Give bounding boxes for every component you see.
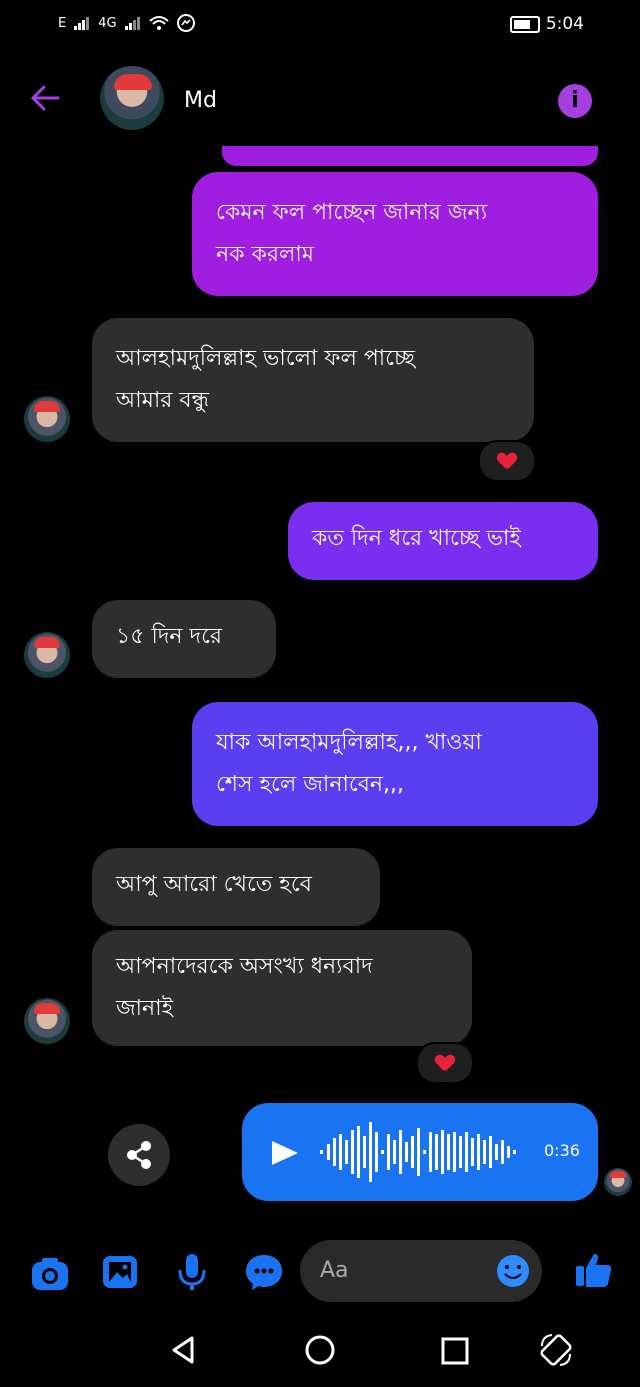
reaction-badge[interactable]: [478, 440, 536, 482]
message-text-line: যাক আলহামদুলিল্লাহ,,, খাওয়া: [216, 730, 482, 755]
message-text-line: আপু আরো খেতে হবে: [116, 872, 312, 897]
voice-duration: 0:36: [544, 1141, 580, 1160]
chat-more-icon[interactable]: [244, 1252, 284, 1292]
nav-back-icon[interactable]: [168, 1334, 198, 1366]
reaction-badge[interactable]: [416, 1042, 474, 1084]
message-bubble-incoming[interactable]: আপু আরো খেতে হবে: [92, 848, 380, 926]
heart-icon: [436, 1055, 454, 1071]
share-button[interactable]: [108, 1124, 170, 1186]
network-type-e: E: [58, 15, 67, 31]
message-text-line: শেস হলে জানাবেন,,,: [216, 772, 405, 797]
waveform-icon: [320, 1122, 516, 1182]
message-text-line: নক করলাম: [216, 242, 314, 267]
signal-icon-2: [124, 17, 140, 30]
contact-avatar[interactable]: [100, 66, 164, 130]
message-bubble-outgoing[interactable]: কত দিন ধরে খাচ্ছে ভাই: [288, 502, 598, 580]
info-icon[interactable]: i: [558, 84, 592, 118]
message-input-placeholder: Aa: [320, 1258, 349, 1283]
contact-name[interactable]: Md: [184, 88, 217, 113]
sender-avatar[interactable]: [24, 998, 70, 1044]
message-bubble-outgoing[interactable]: কেমন ফল পাচ্ছেন জানার জন্য নক করলাম: [192, 172, 598, 296]
nav-recents-icon[interactable]: [440, 1336, 470, 1366]
message-text-line: জানাই: [116, 996, 174, 1021]
emoji-icon[interactable]: [496, 1254, 530, 1288]
message-text-line: আমার বন্ধু: [116, 388, 210, 413]
sender-avatar[interactable]: [24, 632, 70, 678]
clock: 5:04: [545, 14, 584, 34]
message-text-line: কেমন ফল পাচ্ছেন জানার জন্য: [216, 200, 488, 225]
previous-message-edge: [222, 146, 598, 166]
message-text-line: আলহামদুলিল্লাহ ভালো ফল পাচ্ছে: [116, 346, 415, 371]
sender-avatar[interactable]: [24, 396, 70, 442]
messenger-notification-icon: [176, 14, 195, 32]
nav-home-icon[interactable]: [304, 1334, 336, 1366]
thumbs-up-icon[interactable]: [574, 1250, 614, 1290]
status-right: 5:04: [509, 14, 584, 34]
message-bubble-incoming[interactable]: ১৫ দিন দরে: [92, 600, 276, 678]
camera-icon[interactable]: [30, 1254, 70, 1294]
arrow-left-icon: [30, 85, 60, 111]
message-text-line: আপনাদেরকে অসংখ্য ধন্যবাদ: [116, 954, 373, 979]
status-bar: E 4G 5:04: [0, 0, 640, 52]
message-bubble-outgoing[interactable]: যাক আলহামদুলিল্লাহ,,, খাওয়া শেস হলে জান…: [192, 702, 598, 826]
wifi-icon: [148, 16, 169, 30]
message-text-line: ১৫ দিন দরে: [116, 624, 223, 649]
gallery-icon[interactable]: [100, 1252, 140, 1292]
seen-avatar: [604, 1168, 632, 1196]
message-bubble-incoming[interactable]: আলহামদুলিল্লাহ ভালো ফল পাচ্ছে আমার বন্ধু: [92, 318, 534, 442]
heart-icon: [498, 453, 516, 469]
share-icon: [127, 1141, 151, 1169]
message-text-line: কত দিন ধরে খাচ্ছে ভাই: [312, 526, 521, 551]
back-button[interactable]: [28, 82, 68, 114]
network-type-4g: 4G: [98, 15, 117, 31]
microphone-icon[interactable]: [172, 1252, 212, 1292]
rotate-screen-icon[interactable]: [538, 1332, 574, 1368]
signal-icon: [74, 17, 90, 30]
battery-icon: [509, 15, 540, 33]
signal-indicators: E 4G: [58, 14, 195, 32]
message-bubble-incoming[interactable]: আপনাদেরকে অসংখ্য ধন্যবাদ জানাই: [92, 930, 472, 1046]
play-icon[interactable]: [272, 1141, 298, 1165]
